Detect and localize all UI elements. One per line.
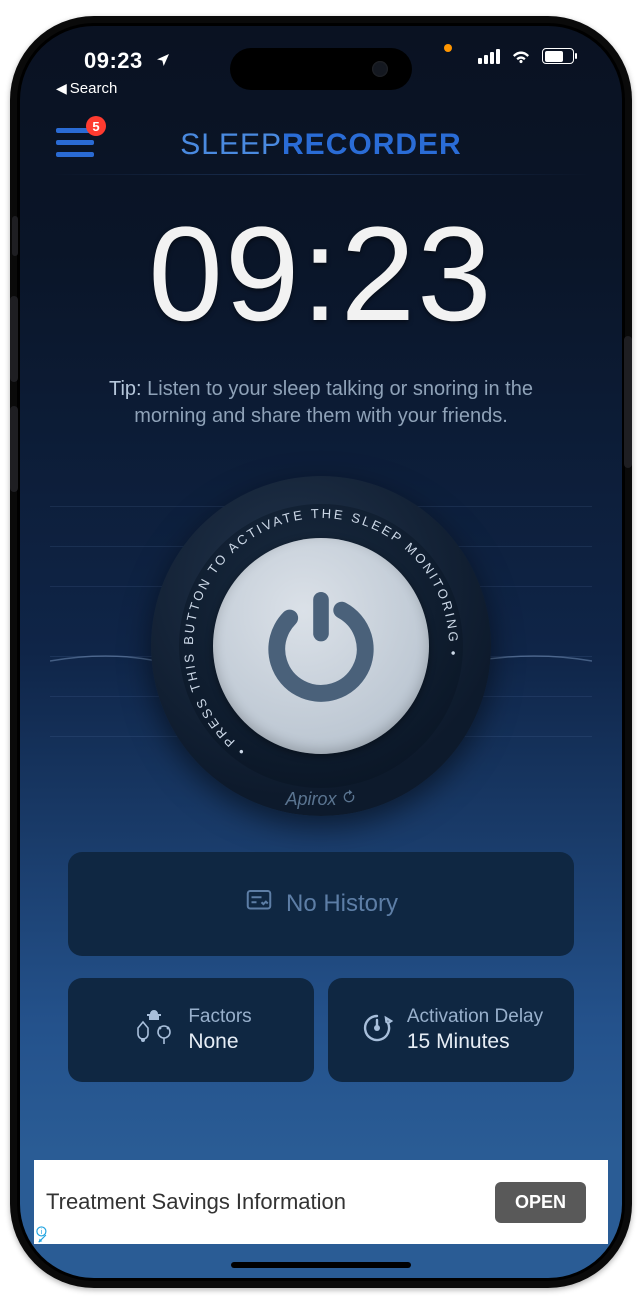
screen: 09:23 ◀ Search [20,26,622,1278]
header-divider [50,174,592,175]
status-time-text: 09:23 [84,48,143,73]
app-title: SLEEPRECORDER [180,128,461,162]
menu-button[interactable]: 5 [56,124,100,160]
menu-badge: 5 [86,116,106,136]
activation-label: Activation Delay [407,1005,543,1029]
brand-text: Apirox [285,789,336,810]
factors-value: None [188,1029,251,1055]
volume-down-button [10,406,18,492]
title-part1: SLEEP [180,128,282,161]
options-row: Factors None Activation Delay 1 [68,978,574,1082]
timer-icon [359,1010,395,1051]
mic-indicator-dot [444,44,452,52]
ad-banner[interactable]: i Treatment Savings Information OPEN [34,1160,608,1244]
volume-up-button [10,296,18,382]
app-header: 5 SLEEPRECORDER [20,118,622,172]
factors-label: Factors [188,1005,251,1029]
silent-switch [12,216,18,256]
power-icon [256,579,386,714]
home-indicator[interactable] [231,1262,411,1268]
main-clock: 09:23 [20,198,622,351]
factors-icon [130,1008,176,1053]
back-label: Search [70,80,118,97]
back-caret-icon: ◀ [56,80,67,97]
factors-panel[interactable]: Factors None [68,978,314,1082]
tip-prefix: Tip: [109,378,142,400]
svg-text:i: i [41,1227,43,1236]
activation-value: 15 Minutes [407,1029,543,1055]
tip-body: Listen to your sleep talking or snoring … [134,378,533,427]
power-side-button [624,336,632,468]
ad-info-icon[interactable]: i [36,1226,52,1242]
activation-delay-panel[interactable]: Activation Delay 15 Minutes [328,978,574,1082]
activate-sleep-button[interactable]: • PRESS THIS BUTTON TO ACTIVATE THE SLEE… [151,476,491,816]
brand-label: Apirox [151,789,491,810]
battery-icon [542,48,574,64]
ad-open-button[interactable]: OPEN [495,1182,586,1223]
tip-text: Tip: Listen to your sleep talking or sno… [80,376,562,430]
status-time: 09:23 [84,48,171,74]
location-arrow-icon [155,48,171,74]
wifi-icon [510,48,532,64]
dynamic-island [230,48,412,90]
back-to-search[interactable]: ◀ Search [56,80,117,97]
history-panel[interactable]: No History [68,852,574,956]
title-part2: RECORDER [282,128,462,161]
cellular-signal-icon [478,48,500,64]
refresh-icon [341,789,357,810]
ad-text: Treatment Savings Information [46,1189,346,1215]
phone-frame: 09:23 ◀ Search [10,16,632,1288]
history-icon [244,886,274,923]
history-label: No History [286,890,398,918]
